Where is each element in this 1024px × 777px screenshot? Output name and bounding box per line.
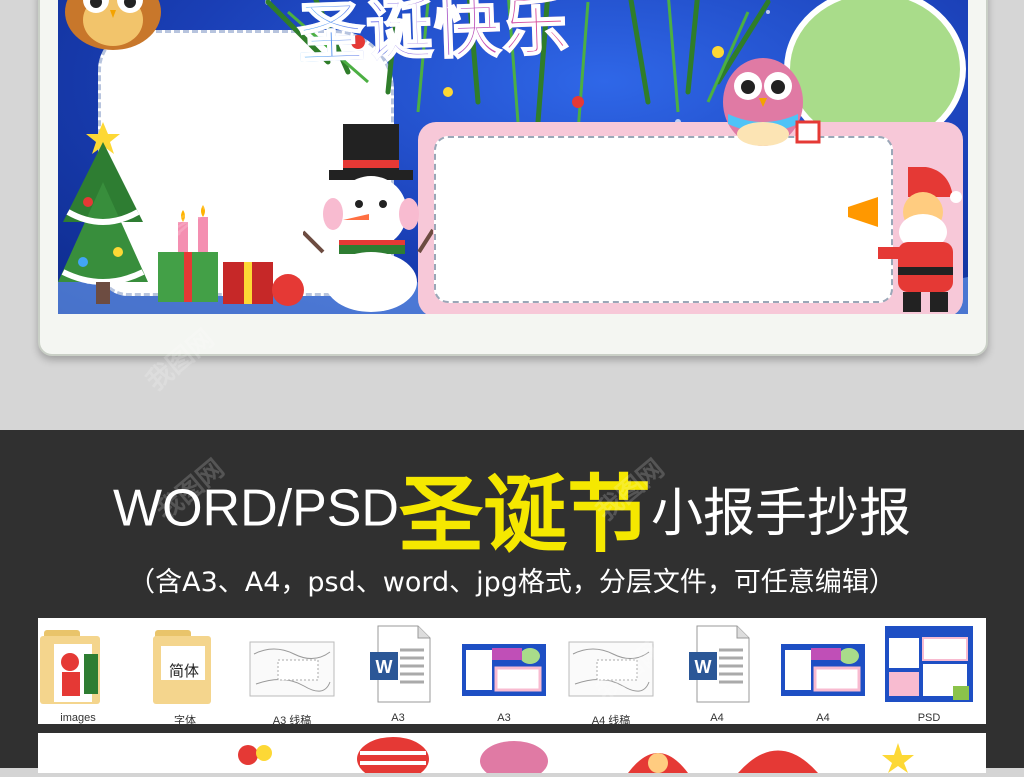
file-item-a3-word[interactable]: W A3 [350, 624, 446, 724]
file-item-a4-word[interactable]: W A4 [669, 624, 765, 724]
file-list: images 简体 字体 A3 线稿 W A3 A3 A4 线稿 W A4 A4… [38, 618, 986, 727]
gifts-candles-icon [158, 205, 304, 306]
file-label: A4 [710, 712, 724, 724]
headline-highlight: 圣诞节 [398, 466, 651, 564]
santa-hat-thumbnail-icon [738, 750, 818, 773]
image-thumbnail-icon [249, 641, 335, 697]
poster-card: 圣诞快乐 [38, 0, 988, 356]
image-thumbnail-icon [462, 644, 546, 696]
poster-canvas: 圣诞快乐 [58, 0, 968, 314]
file-label: A3 [391, 712, 405, 724]
santa-megaphone-icon [848, 167, 962, 312]
santa-thumbnail-icon [628, 753, 688, 773]
file-label: images [60, 712, 96, 724]
image-thumbnail-icon [781, 644, 865, 696]
word-doc-icon: W [370, 625, 431, 703]
folder-icon [40, 630, 100, 704]
owl-right-icon [723, 58, 821, 146]
file-item-a4-image[interactable]: A4 [775, 624, 871, 724]
svg-text:W: W [376, 657, 393, 677]
format-description: （含A3、A4，psd、word、jpg格式，分层文件，可任意编辑） [128, 567, 896, 598]
snowman-icon [303, 124, 433, 312]
headline-format: WORD/PSD [112, 479, 399, 538]
main-text-area [434, 136, 893, 303]
file-label: A4 线稿 [591, 715, 631, 727]
file-item-a4-lineart[interactable]: A4 线稿 [563, 624, 659, 728]
poster-preview: 圣诞快乐 我图网 [0, 0, 1024, 430]
owl-left-icon [65, 0, 161, 50]
ornament-thumbnail-icon [238, 745, 272, 765]
poster-title-art: 圣诞快乐 [296, 0, 573, 77]
headline-suffix: 小报手抄报 [651, 484, 912, 544]
file-item-a3-lineart[interactable]: A3 线稿 [244, 624, 340, 728]
file-label: 字体 [174, 715, 196, 727]
file-label: A3 [497, 712, 511, 724]
file-label: A3 线稿 [272, 715, 312, 727]
element-thumbnails [238, 737, 914, 777]
file-item-fonts[interactable]: 简体 字体 [137, 624, 233, 728]
psd-thumbnail-icon [885, 626, 973, 702]
file-item-psd[interactable]: PSD [881, 624, 977, 724]
christmas-tree-icon [58, 122, 148, 304]
word-doc-icon: W [689, 625, 750, 703]
element-preview-strip [38, 733, 986, 777]
image-thumbnail-icon [568, 641, 654, 697]
owl-thumbnail-icon [480, 741, 548, 777]
star-thumbnail-icon [882, 743, 914, 773]
file-item-images[interactable]: images [30, 624, 126, 724]
svg-text:W: W [695, 657, 712, 677]
file-label: PSD [917, 712, 941, 724]
file-label: A4 [816, 712, 830, 724]
headline: WORD/PSD圣诞节小报手抄报 [0, 448, 1024, 569]
file-item-a3-image[interactable]: A3 [456, 624, 552, 724]
folder-preview-text: 简体 [169, 662, 200, 680]
